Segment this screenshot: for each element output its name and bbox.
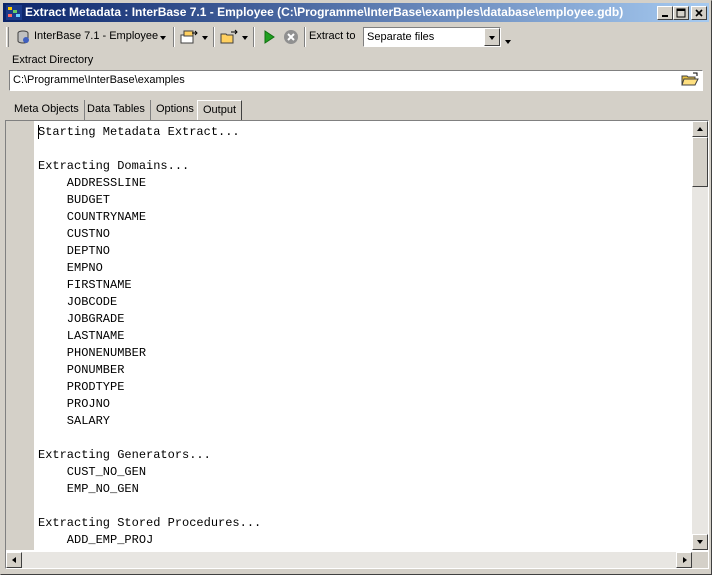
minimize-icon <box>662 15 668 17</box>
tab-output[interactable]: Output <box>197 100 243 120</box>
toolbar-separator <box>304 27 306 47</box>
arrow-up-icon <box>697 127 703 131</box>
extract-metadata-window: Extract Metadata : InterBase 7.1 - Emplo… <box>0 0 712 575</box>
output-line: PRODTYPE <box>38 380 125 394</box>
output-line: Extracting Domains... <box>38 159 190 173</box>
arrow-right-icon <box>683 557 687 563</box>
output-line: PROJNO <box>38 397 111 411</box>
extract-to-label-area: Extract to <box>309 26 361 48</box>
export-icon <box>180 30 198 44</box>
extract-to-dropdown-button[interactable] <box>484 28 500 46</box>
arrow-left-icon <box>12 557 16 563</box>
output-line: Starting Metadata Extract... <box>38 125 240 139</box>
toolbar: InterBase 7.1 - Employee Extract to Sepa… <box>3 24 709 50</box>
server-dropdown-button[interactable]: InterBase 7.1 - Employee <box>12 26 172 48</box>
close-button[interactable] <box>691 6 707 20</box>
horizontal-scrollbar[interactable] <box>6 552 692 568</box>
app-icon <box>6 5 22 20</box>
extract-to-value: Separate files <box>367 31 435 43</box>
output-line: SALARY <box>38 414 111 428</box>
extract-directory-label: Extract Directory <box>12 54 94 66</box>
server-label: InterBase 7.1 - Employee <box>34 30 159 42</box>
output-line: CUSTNO <box>38 227 111 241</box>
scroll-right-button[interactable] <box>676 552 692 568</box>
chevron-down-icon <box>202 36 208 40</box>
output-panel[interactable]: Starting Metadata Extract... Extracting … <box>5 120 709 569</box>
toolbar-separator <box>213 27 215 47</box>
output-line: JOBCODE <box>38 295 118 309</box>
export-dropdown-button[interactable] <box>178 26 212 48</box>
toolbar-separator <box>173 27 175 47</box>
output-line: ADD_EMP_PROJ <box>38 533 154 547</box>
run-icon <box>264 30 275 44</box>
vertical-scroll-thumb[interactable] <box>692 137 708 187</box>
output-line: Extracting Generators... <box>38 448 211 462</box>
open-folder-icon <box>681 72 699 86</box>
arrow-down-icon <box>697 540 703 544</box>
tab-meta-objects[interactable]: Meta Objects <box>9 100 85 120</box>
toolbar-separator <box>253 27 255 47</box>
close-icon <box>695 9 703 17</box>
database-icon <box>17 30 29 44</box>
output-line: EMPNO <box>38 261 103 275</box>
output-line: BUDGET <box>38 193 111 207</box>
output-line: EMP_NO_GEN <box>38 482 139 496</box>
output-line: JOBGRADE <box>38 312 125 326</box>
folder-export-dropdown-button[interactable] <box>218 26 252 48</box>
output-blank-line <box>38 141 678 158</box>
extract-to-label: Extract to <box>309 30 356 42</box>
output-blank-line <box>38 498 678 515</box>
extract-directory-value: C:\Programme\InterBase\examples <box>13 74 185 86</box>
maximize-icon <box>676 8 686 18</box>
output-line: PHONENUMBER <box>38 346 147 360</box>
run-button[interactable] <box>258 26 280 48</box>
extract-directory-input[interactable]: C:\Programme\InterBase\examples <box>9 70 703 91</box>
output-blank-line <box>38 430 678 447</box>
tab-options[interactable]: Options <box>151 100 200 120</box>
title-bar[interactable]: Extract Metadata : InterBase 7.1 - Emplo… <box>3 3 709 22</box>
output-line: DEPTNO <box>38 244 111 258</box>
scroll-down-button[interactable] <box>692 534 708 550</box>
output-text[interactable]: Starting Metadata Extract... Extracting … <box>38 124 678 549</box>
tab-data-tables[interactable]: Data Tables <box>82 100 151 120</box>
chevron-down-icon <box>489 36 495 40</box>
browse-folder-button[interactable] <box>681 72 701 89</box>
vertical-scrollbar[interactable] <box>692 121 708 550</box>
toolbar-overflow-icon[interactable] <box>505 40 511 44</box>
toolbar-grip[interactable] <box>6 27 9 47</box>
output-gutter <box>6 121 34 550</box>
scrollbar-corner <box>692 552 708 568</box>
output-line: FIRSTNAME <box>38 278 132 292</box>
extract-to-select[interactable]: Separate files <box>363 27 501 47</box>
output-line: COUNTRYNAME <box>38 210 147 224</box>
scroll-up-button[interactable] <box>692 121 708 137</box>
minimize-button[interactable] <box>657 6 673 20</box>
output-line: ADDRESSLINE <box>38 176 147 190</box>
window-title: Extract Metadata : InterBase 7.1 - Emplo… <box>25 5 624 19</box>
chevron-down-icon <box>242 36 248 40</box>
output-line: LASTNAME <box>38 329 125 343</box>
output-line: CUST_NO_GEN <box>38 465 147 479</box>
chevron-down-icon <box>160 36 166 40</box>
folder-export-icon <box>220 29 238 44</box>
text-caret <box>38 125 39 139</box>
maximize-button[interactable] <box>673 6 689 20</box>
stop-button[interactable] <box>280 26 302 48</box>
output-line: Extracting Stored Procedures... <box>38 516 262 530</box>
scroll-left-button[interactable] <box>6 552 22 568</box>
output-line: PONUMBER <box>38 363 125 377</box>
stop-icon <box>284 30 298 44</box>
